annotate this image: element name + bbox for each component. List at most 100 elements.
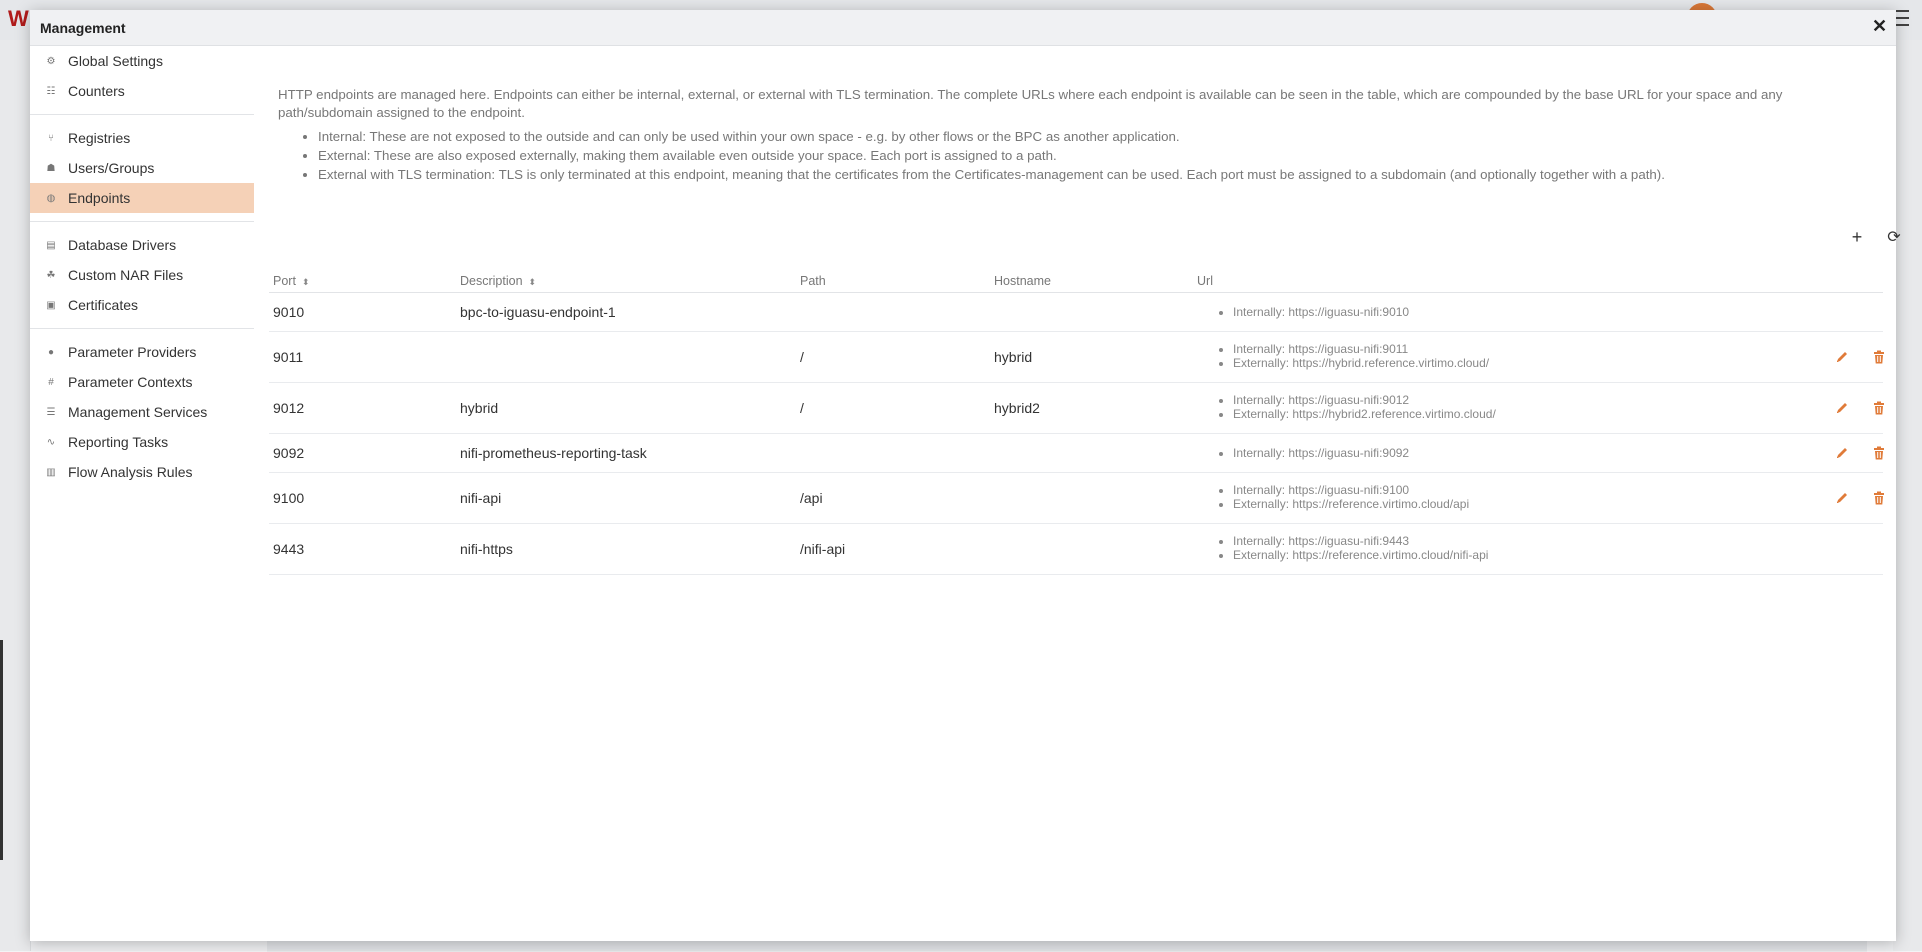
table-row: 9092 nifi-prometheus-reporting-task Intern… bbox=[269, 434, 1884, 473]
edit-icon[interactable] bbox=[1834, 490, 1850, 506]
sidebar-item-global-settings[interactable]: ⚙ Global Settings bbox=[30, 46, 254, 76]
header-path: Path bbox=[800, 274, 826, 288]
sidebar-item-certificates[interactable]: ▣ Certificates bbox=[30, 290, 254, 320]
cell-description: nifi-https bbox=[460, 541, 513, 557]
lock-icon: ▣ bbox=[46, 299, 56, 311]
sidebar-item-label: Registries bbox=[68, 130, 131, 146]
intro-bullet-external: External: These are also exposed externa… bbox=[318, 147, 1858, 165]
chart-icon: ∿ bbox=[46, 436, 56, 448]
globe-icon: ◍ bbox=[46, 192, 56, 204]
sidebar-item-label: Users/Groups bbox=[68, 160, 155, 176]
cell-path: /nifi-api bbox=[800, 541, 846, 557]
sidebar-item-parameter-providers[interactable]: ● Parameter Providers bbox=[30, 337, 254, 367]
counters-icon: ☷ bbox=[46, 85, 56, 97]
gear-icon: ⚙ bbox=[46, 55, 56, 67]
sidebar-divider bbox=[30, 221, 254, 222]
sidebar-item-reporting-tasks[interactable]: ∿ Reporting Tasks bbox=[30, 427, 254, 457]
url-item: Externally: https://hybrid.reference.vir… bbox=[1233, 356, 1489, 370]
trash-icon[interactable] bbox=[1871, 400, 1887, 416]
url-item: Internally: https://iguasu-nifi:9443 bbox=[1233, 534, 1488, 548]
table-row: 9012 hybrid / hybrid2 Internally: https://ig… bbox=[269, 383, 1884, 434]
cell-port: 9012 bbox=[273, 400, 305, 416]
hash-icon: # bbox=[48, 376, 54, 388]
dialog-title: Management bbox=[40, 20, 126, 36]
cell-port: 9092 bbox=[273, 445, 305, 461]
header-description[interactable]: Description ⬍ bbox=[460, 274, 536, 288]
cell-path: / bbox=[800, 349, 804, 365]
registries-icon: ⑂ bbox=[48, 132, 54, 144]
cell-description: nifi-api bbox=[460, 490, 502, 506]
dialog-header: Management ✕ bbox=[30, 10, 1896, 46]
table-row: 9100 nifi-api/api Internally: https://igua… bbox=[269, 473, 1884, 524]
url-item: Internally: https://iguasu-nifi:9011 bbox=[1233, 342, 1489, 356]
url-item: Externally: https://reference.virtimo.cl… bbox=[1233, 497, 1469, 511]
table-header: Port ⬍ Description ⬍ Path Hostname Url bbox=[269, 268, 1883, 293]
cell-port: 9010 bbox=[273, 304, 305, 320]
trash-icon[interactable] bbox=[1871, 445, 1887, 461]
intro-paragraph: HTTP endpoints are managed here. Endpoin… bbox=[278, 87, 1783, 120]
intro-bullet-internal: Internal: These are not exposed to the o… bbox=[318, 128, 1858, 146]
table-row: 9443 nifi-https/nifi-api Internally: https… bbox=[269, 524, 1883, 575]
url-item: Internally: https://iguasu-nifi:9100 bbox=[1233, 483, 1469, 497]
sidebar-item-label: Global Settings bbox=[68, 53, 163, 69]
url-item: Externally: https://hybrid2.reference.vi… bbox=[1233, 407, 1496, 421]
sidebar-item-flow-analysis-rules[interactable]: ▥ Flow Analysis Rules bbox=[30, 457, 254, 487]
close-button[interactable]: ✕ bbox=[1872, 17, 1887, 35]
refresh-icon[interactable]: ⟳ bbox=[1883, 226, 1905, 248]
services-icon: ☰ bbox=[46, 406, 56, 418]
sidebar-item-custom-nar-files[interactable]: ☘ Custom NAR Files bbox=[30, 260, 254, 290]
add-icon[interactable]: + bbox=[1846, 226, 1868, 248]
trash-icon[interactable] bbox=[1871, 490, 1887, 506]
sidebar-item-label: Endpoints bbox=[68, 190, 131, 206]
sidebar-divider bbox=[30, 328, 254, 329]
cell-port: 9011 bbox=[273, 349, 304, 365]
management-sidebar: ⚙ Global Settings ☷ Counters ⑂ Registries ☗ Use… bbox=[30, 46, 254, 487]
sidebar-item-users-groups[interactable]: ☗ Users/Groups bbox=[30, 153, 254, 183]
cell-hostname: hybrid2 bbox=[994, 400, 1040, 416]
sidebar-item-database-drivers[interactable]: ▤ Database Drivers bbox=[30, 230, 254, 260]
sidebar-item-label: Parameter Providers bbox=[68, 344, 197, 360]
cell-hostname: hybrid bbox=[994, 349, 1033, 365]
cell-description: hybrid bbox=[460, 400, 499, 416]
cell-url-list: Internally: https://iguasu-nifi:9092 bbox=[1209, 446, 1409, 460]
sidebar-divider bbox=[30, 114, 254, 115]
cell-description: bpc-to-iguasu-endpoint-1 bbox=[460, 304, 616, 320]
edit-icon[interactable] bbox=[1834, 400, 1850, 416]
cell-path: / bbox=[800, 400, 804, 416]
intro-bullet-tls: External with TLS termination: TLS is on… bbox=[318, 166, 1858, 184]
endpoints-table: Port ⬍ Description ⬍ Path Hostname Url 901… bbox=[269, 268, 1884, 575]
sidebar-item-management-services[interactable]: ☰ Management Services bbox=[30, 397, 254, 427]
sidebar-item-parameter-contexts[interactable]: # Parameter Contexts bbox=[30, 367, 254, 397]
url-item: Externally: https://reference.virtimo.cl… bbox=[1233, 548, 1488, 562]
sort-icon: ⬍ bbox=[528, 277, 537, 287]
url-item: Internally: https://iguasu-nifi:9092 bbox=[1233, 446, 1409, 460]
edit-icon[interactable] bbox=[1834, 349, 1850, 365]
cell-url-list: Internally: https://iguasu-nifi:9011Exte… bbox=[1209, 342, 1489, 370]
header-port[interactable]: Port ⬍ bbox=[273, 274, 309, 288]
edit-icon[interactable] bbox=[1834, 445, 1850, 461]
cell-url-list: Internally: https://iguasu-nifi:9100Exte… bbox=[1209, 483, 1469, 511]
url-item: Internally: https://iguasu-nifi:9012 bbox=[1233, 393, 1496, 407]
sidebar-item-label: Counters bbox=[68, 83, 125, 99]
header-hostname: Hostname bbox=[994, 274, 1051, 288]
sidebar-item-counters[interactable]: ☷ Counters bbox=[30, 76, 254, 106]
sidebar-item-label: Flow Analysis Rules bbox=[68, 464, 193, 480]
endpoints-intro: HTTP endpoints are managed here. Endpoin… bbox=[278, 86, 1858, 185]
trash-icon[interactable] bbox=[1871, 349, 1887, 365]
cell-port: 9100 bbox=[273, 490, 305, 506]
nar-files-icon: ☘ bbox=[46, 269, 56, 281]
cell-url-list: Internally: https://iguasu-nifi:9443Exte… bbox=[1209, 534, 1488, 562]
table-row: 9011 / hybrid Internally: https://iguasu-ni… bbox=[269, 332, 1884, 383]
management-dialog: Management ✕ ⚙ Global Settings ☷ Counters ⑂ R… bbox=[30, 10, 1901, 941]
sidebar-item-endpoints[interactable]: ◍ Endpoints bbox=[30, 183, 254, 213]
header-url: Url bbox=[1197, 274, 1213, 288]
trash-icon: ▥ bbox=[46, 466, 56, 478]
cell-path: /api bbox=[800, 490, 823, 506]
sidebar-item-label: Certificates bbox=[68, 297, 139, 313]
sidebar-item-label: Custom NAR Files bbox=[68, 267, 184, 283]
sidebar-item-registries[interactable]: ⑂ Registries bbox=[30, 123, 254, 153]
sidebar-item-label: Database Drivers bbox=[68, 237, 177, 253]
sidebar-item-label: Parameter Contexts bbox=[68, 374, 193, 390]
cell-url-list: Internally: https://iguasu-nifi:9012Exte… bbox=[1209, 393, 1496, 421]
intro-bullets: Internal: These are not exposed to the o… bbox=[278, 128, 1858, 184]
